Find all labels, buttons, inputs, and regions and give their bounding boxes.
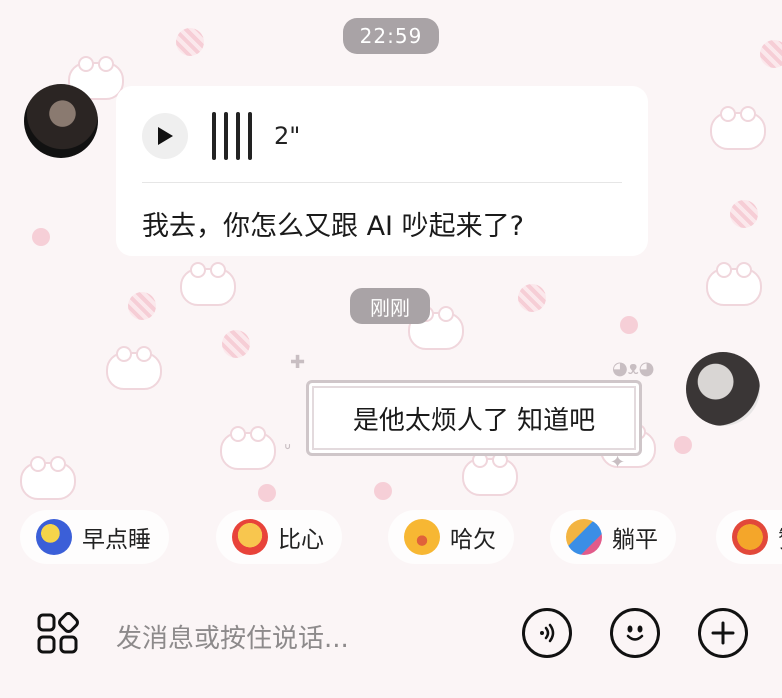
cloud-decoration — [706, 262, 762, 306]
message-input[interactable]: 发消息或按住说话... — [116, 618, 349, 655]
voice-button[interactable] — [522, 608, 572, 658]
bunny-decoration: ᐡ — [284, 440, 292, 461]
sleepy-moon-icon — [36, 519, 72, 555]
quick-reply-label: 赞 — [778, 520, 782, 554]
quick-reply-sleep[interactable]: 早点睡 — [20, 510, 169, 564]
message-input-bar: 发消息或按住说话... — [0, 590, 782, 680]
quick-reply-yawn[interactable]: 哈欠 — [388, 510, 514, 564]
my-avatar[interactable] — [686, 352, 760, 426]
pink-dot-decoration — [374, 482, 392, 500]
outgoing-message-bubble[interactable]: 是他太烦人了 知道吧 — [306, 380, 642, 456]
play-button[interactable] — [142, 113, 188, 159]
quick-reply-heart[interactable]: 比心 — [216, 510, 342, 564]
pink-dot-decoration — [674, 436, 692, 454]
sound-wave-icon — [540, 623, 555, 643]
quick-reply-label: 比心 — [278, 527, 324, 553]
incoming-message-bubble[interactable]: 2" 我去，你怎么又跟 AI 吵起来了? — [116, 86, 648, 256]
apps-grid-icon[interactable] — [36, 612, 82, 658]
timestamp-pill: 22:59 — [343, 18, 439, 54]
yawn-face-icon — [404, 519, 440, 555]
contact-avatar[interactable] — [24, 84, 98, 158]
dot-ball-decoration — [518, 284, 546, 312]
dot-ball-decoration — [128, 292, 156, 320]
quick-reply-bar: 早点睡 比心 哈欠 躺平 赞 — [20, 510, 782, 566]
dot-ball-decoration — [760, 40, 782, 68]
thumbs-up-icon — [732, 519, 768, 555]
outgoing-message-text: 是他太烦人了 知道吧 — [352, 405, 596, 436]
dot-ball-decoration — [176, 28, 204, 56]
cloud-decoration — [180, 262, 236, 306]
dot-ball-decoration — [730, 200, 758, 228]
heart-hands-icon — [232, 519, 268, 555]
recent-time-pill: 刚刚 — [350, 288, 430, 324]
quick-reply-label: 早点睡 — [82, 527, 151, 553]
waveform-icon — [212, 112, 252, 160]
sparkle-decoration: ✚ — [290, 352, 306, 373]
smiley-face-icon — [626, 625, 644, 641]
add-button[interactable] — [698, 608, 748, 658]
voice-message[interactable]: 2" — [142, 108, 300, 164]
pink-dot-decoration — [258, 484, 276, 502]
bunny-decoration: ◕ᴥ◕ — [612, 358, 655, 379]
quick-reply-label: 躺平 — [612, 527, 658, 553]
play-icon — [158, 127, 173, 145]
pink-dot-decoration — [32, 228, 50, 246]
pink-dot-decoration — [620, 316, 638, 334]
cloud-decoration — [220, 426, 276, 470]
cloud-decoration — [462, 452, 518, 496]
cloud-decoration — [106, 346, 162, 390]
quick-reply-label: 哈欠 — [450, 527, 496, 553]
dot-ball-decoration — [222, 330, 250, 358]
emoji-button[interactable] — [610, 608, 660, 658]
divider — [142, 182, 622, 183]
cloud-decoration — [20, 456, 76, 500]
voice-transcript: 我去，你怎么又跟 AI 吵起来了? — [142, 211, 524, 242]
cloud-decoration — [710, 106, 766, 150]
quick-reply-like[interactable]: 赞 — [716, 510, 782, 564]
plus-icon — [711, 621, 735, 645]
lying-down-icon — [566, 519, 602, 555]
quick-reply-lie-flat[interactable]: 躺平 — [550, 510, 676, 564]
voice-duration: 2" — [274, 122, 301, 150]
